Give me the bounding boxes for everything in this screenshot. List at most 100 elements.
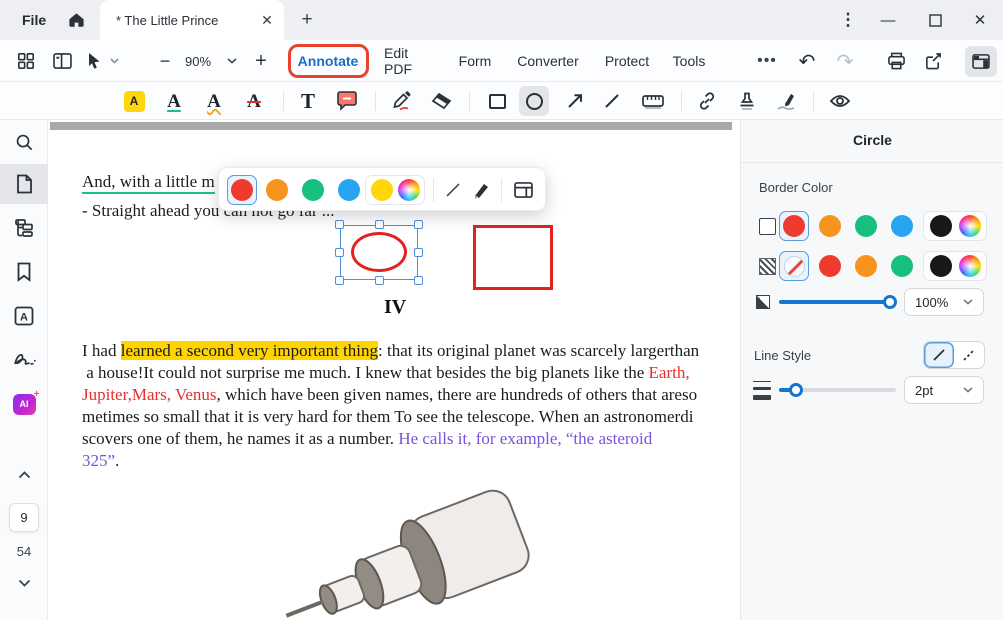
marker-pen-icon [471, 180, 491, 200]
popup-color-orange[interactable] [266, 179, 288, 201]
zoom-out-button[interactable]: − [152, 40, 178, 82]
link-tool[interactable] [692, 86, 722, 116]
panel-view-button[interactable] [965, 40, 997, 82]
border-color-green[interactable] [855, 215, 877, 237]
line-tool[interactable] [597, 86, 627, 116]
previous-page-button[interactable] [0, 462, 48, 488]
text-tool[interactable]: T [293, 86, 323, 116]
squiggly-tool[interactable]: A [199, 86, 229, 116]
home-button[interactable] [62, 8, 90, 32]
popup-color-blue[interactable] [338, 179, 360, 201]
popup-color-red-selected[interactable] [227, 175, 257, 205]
resize-handle[interactable] [414, 220, 423, 229]
popup-open-panel-button[interactable] [509, 177, 537, 203]
print-button[interactable] [882, 40, 910, 82]
border-color-picker-wheel[interactable] [959, 215, 981, 237]
signature-pen-icon [776, 92, 798, 111]
minimize-button[interactable]: — [868, 0, 908, 40]
tab-edit-pdf[interactable]: Edit PDF [378, 40, 440, 82]
fill-color-red[interactable] [819, 255, 841, 277]
resize-handle[interactable] [414, 276, 423, 285]
show-hide-annotations-tool[interactable] [825, 86, 855, 116]
tab-form[interactable]: Form [452, 40, 498, 82]
ellipse-annotation-selection[interactable] [340, 225, 418, 280]
next-page-button[interactable] [0, 570, 48, 596]
opacity-select[interactable]: 100% [904, 288, 984, 316]
comment-tool[interactable] [332, 86, 362, 116]
ellipse-annotation[interactable] [351, 232, 407, 272]
opacity-slider-knob[interactable] [883, 295, 897, 309]
eraser-tool[interactable] [426, 86, 456, 116]
popup-color-yellow[interactable] [371, 179, 393, 201]
sidebar-thumbnails-button[interactable] [0, 164, 48, 204]
sidebar-search-button[interactable] [0, 122, 48, 162]
fill-color-orange[interactable] [855, 255, 877, 277]
line-style-solid-selected[interactable] [924, 342, 954, 368]
tab-annotate[interactable]: Annotate [296, 40, 360, 82]
tab-converter[interactable]: Converter [512, 40, 584, 82]
color-picker-wheel[interactable] [398, 179, 420, 201]
border-color-black[interactable] [930, 215, 952, 237]
zoom-level-value[interactable]: 90% [180, 40, 216, 82]
strikethrough-tool[interactable]: A [239, 86, 269, 116]
resize-handle[interactable] [335, 276, 344, 285]
fill-color-picker-wheel[interactable] [959, 255, 981, 277]
resize-handle[interactable] [335, 220, 344, 229]
document-tab[interactable]: * The Little Prince ✕ [100, 0, 284, 40]
tab-protect[interactable]: Protect [598, 40, 656, 82]
fill-color-green[interactable] [891, 255, 913, 277]
underline-tool[interactable]: A [159, 86, 189, 116]
redo-button[interactable]: ↷ [831, 40, 859, 82]
zoom-in-button[interactable]: + [248, 40, 274, 82]
app-grid-button[interactable] [12, 40, 40, 82]
pencil-tool[interactable] [386, 86, 416, 116]
resize-handle[interactable] [335, 248, 344, 257]
sidebar-annotations-button[interactable]: A [0, 296, 48, 336]
document-canvas[interactable]: And, with a little m - Straight ahead yo… [48, 120, 740, 620]
signature-tool[interactable] [772, 86, 802, 116]
line-style-dashed[interactable] [954, 342, 984, 368]
panel-layout-button[interactable] [48, 40, 76, 82]
select-tool-dropdown[interactable] [106, 40, 122, 82]
sidebar-bookmarks-button[interactable] [0, 252, 48, 292]
stamp-tool[interactable] [732, 86, 762, 116]
popup-thin-line-button[interactable] [440, 177, 466, 203]
measure-tool[interactable] [638, 86, 668, 116]
file-menu[interactable]: File [14, 0, 54, 40]
rectangle-tool[interactable] [482, 86, 512, 116]
more-tabs-ellipsis[interactable]: ••• [752, 40, 782, 82]
arrow-tool[interactable] [560, 86, 590, 116]
select-tool-button[interactable] [82, 40, 106, 82]
zoom-dropdown[interactable] [222, 40, 242, 82]
border-color-blue[interactable] [891, 215, 913, 237]
new-tab-button[interactable]: + [294, 7, 320, 33]
close-button[interactable]: ✕ [960, 0, 1000, 40]
fill-color-none-selected[interactable] [779, 251, 809, 281]
highlight-tool[interactable]: A [119, 86, 149, 116]
fill-pattern-button[interactable] [752, 251, 782, 281]
tab-tools[interactable]: Tools [666, 40, 712, 82]
line-width-select[interactable]: 2pt [904, 376, 984, 404]
tab-close-icon[interactable]: ✕ [254, 7, 280, 33]
maximize-button[interactable] [915, 0, 955, 40]
line-style-group [923, 341, 985, 369]
border-color-orange[interactable] [819, 215, 841, 237]
resize-handle[interactable] [375, 220, 384, 229]
current-page-input[interactable]: 9 [9, 503, 39, 532]
resize-handle[interactable] [414, 248, 423, 257]
sidebar-signature-button[interactable] [0, 340, 48, 380]
share-button[interactable] [919, 40, 947, 82]
sidebar-ai-button[interactable]: AI+ [0, 384, 48, 424]
circle-tool-selected[interactable] [519, 86, 549, 116]
border-color-none[interactable] [752, 211, 782, 241]
line-width-slider-knob[interactable] [789, 383, 803, 397]
rectangle-annotation[interactable] [473, 225, 553, 290]
sidebar-outline-button[interactable] [0, 208, 48, 248]
popup-color-green[interactable] [302, 179, 324, 201]
fill-color-black[interactable] [930, 255, 952, 277]
resize-handle[interactable] [375, 276, 384, 285]
more-menu-kebab-icon[interactable]: ⋮ [828, 0, 868, 40]
popup-pen-style-button[interactable] [468, 177, 494, 203]
undo-button[interactable]: ↶ [793, 40, 821, 82]
border-color-red-selected[interactable] [779, 211, 809, 241]
